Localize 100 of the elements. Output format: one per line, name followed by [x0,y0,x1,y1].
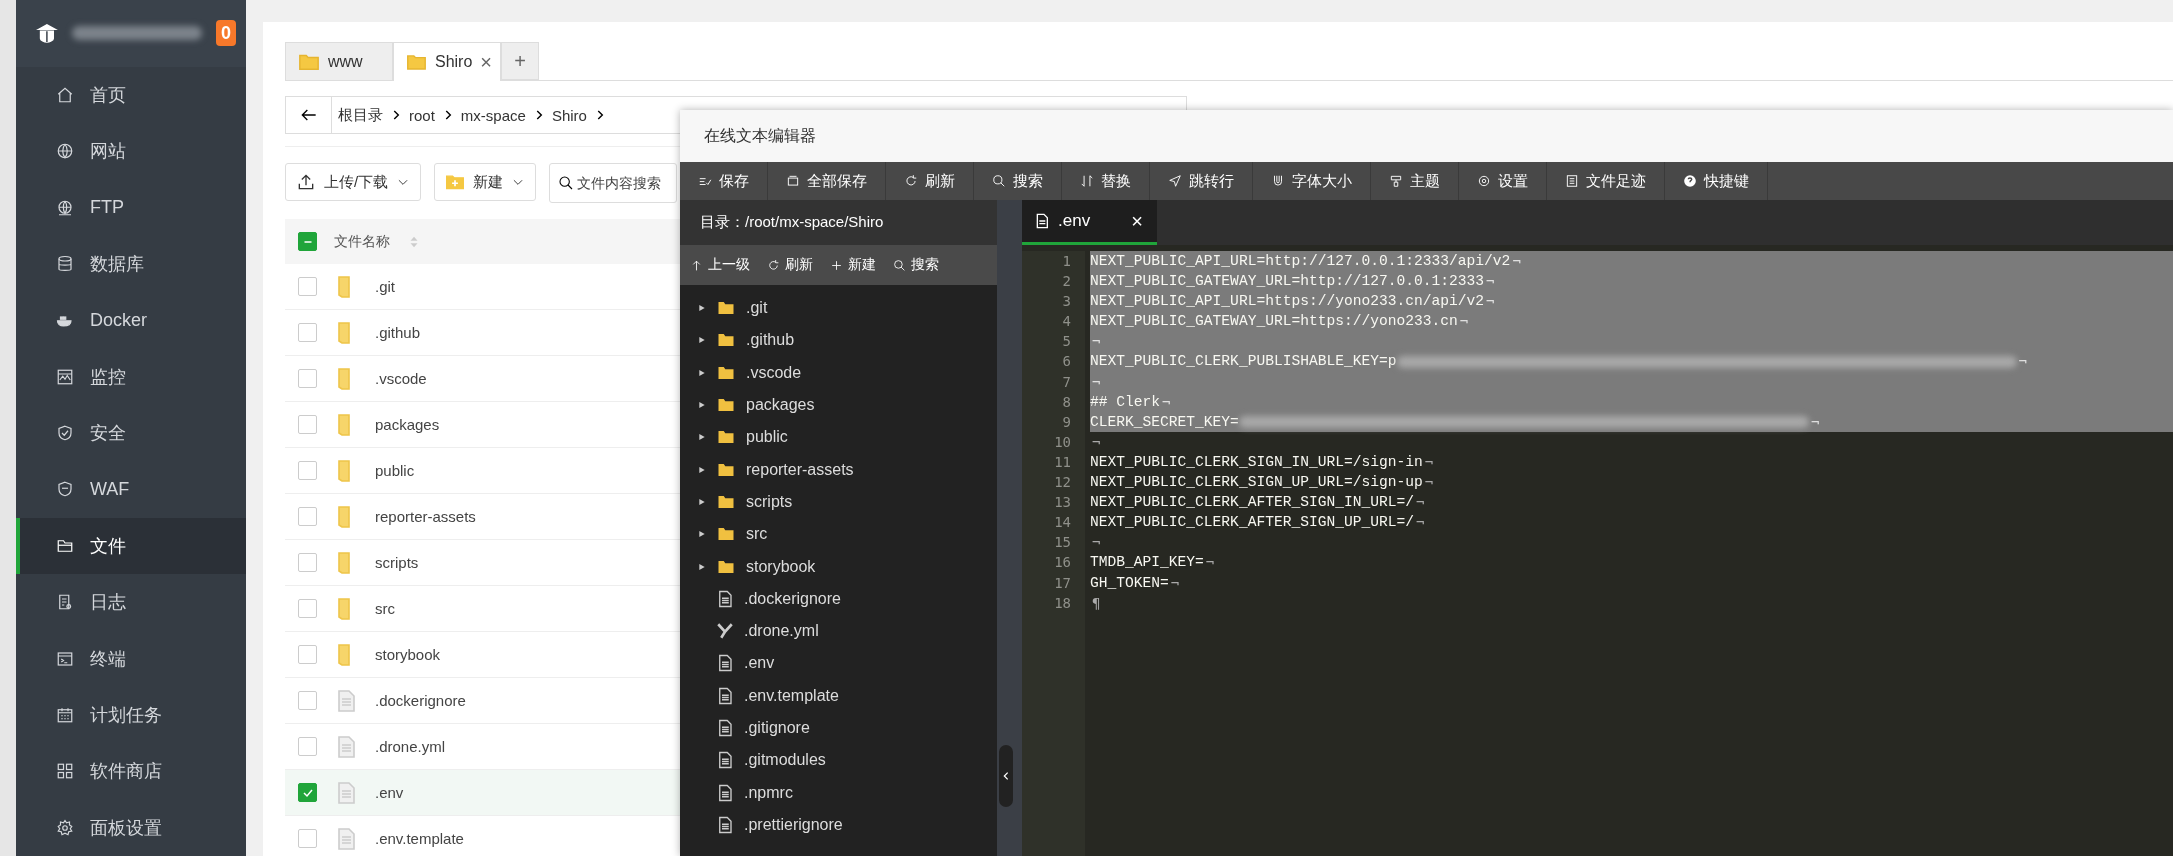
document-icon [56,593,74,612]
line-number: 2 [1061,272,1072,292]
line-number: 11 [1053,452,1072,472]
file-name[interactable]: .vscode [375,370,427,387]
row-checkbox[interactable] [298,461,317,480]
sidebar-item[interactable]: FTP [16,179,246,236]
sidebar-item[interactable]: WAF [16,461,246,518]
tree-item[interactable]: reporter-assets [680,453,997,486]
tree-item[interactable]: .dockerignore [680,582,997,615]
sidebar-item[interactable]: 安全 [16,404,246,462]
search-icon [893,258,906,272]
row-checkbox[interactable] [298,737,317,756]
tree-item[interactable]: storybook [680,550,997,583]
file-name[interactable]: .git [375,278,395,295]
row-checkbox[interactable] [298,415,317,434]
tree-item[interactable]: public [680,421,997,454]
row-checkbox[interactable] [298,369,317,388]
line-number: 7 [1061,372,1072,392]
line-number: 3 [1061,292,1072,312]
sidebar-item[interactable]: 监控 [16,348,246,405]
add-tab-button[interactable]: + [501,42,539,80]
file-name[interactable]: .env.template [375,830,464,847]
row-checkbox[interactable] [298,553,317,572]
file-name[interactable]: .drone.yml [375,738,446,755]
row-checkbox[interactable] [298,507,317,526]
file-name[interactable]: scripts [375,554,419,571]
file-name[interactable]: src [375,600,395,617]
tree-item[interactable]: packages [680,388,997,422]
sidebar-item[interactable]: 面板设置 [16,799,246,856]
code-line: ¬ [1091,432,1101,452]
save-all-icon [786,174,800,188]
tree-toolbar-button[interactable]: 搜索 [893,256,939,274]
file-name[interactable]: .github [375,324,421,341]
tree-toolbar-button[interactable]: 新建 [830,256,876,274]
sidebar-item[interactable]: 计划任务 [16,686,246,744]
row-checkbox[interactable] [298,277,317,296]
line-number: 17 [1053,573,1072,593]
file-name[interactable]: .env [375,784,404,801]
sidebar-item[interactable]: 终端 [16,630,246,687]
line-number: 4 [1061,312,1072,332]
collapse-handle[interactable] [999,745,1013,807]
tree-toolbar-button[interactable]: 上一级 [690,256,750,274]
sidebar-item[interactable]: Docker [16,292,246,349]
row-checkbox[interactable] [298,829,317,848]
row-checkbox[interactable] [298,783,317,802]
select-all-checkbox[interactable] [298,232,317,251]
plus-icon [830,258,843,272]
tree-item[interactable]: .prettierignore [680,808,997,842]
file-tab[interactable]: .env × [1022,200,1157,245]
row-checkbox[interactable] [298,691,317,710]
file-name[interactable]: public [375,462,415,479]
shield-icon [56,424,74,443]
tree-item[interactable]: .gitignore [680,711,997,745]
row-checkbox[interactable] [298,599,317,618]
sidebar-item[interactable]: 文件 [16,517,246,575]
file-name[interactable]: .dockerignore [375,692,466,709]
tree-item[interactable]: .npmrc [680,776,997,809]
tree-item[interactable]: .gitmodules [680,744,997,777]
tree-item[interactable]: .drone.yml [680,614,997,648]
breadcrumb-link[interactable]: Shiro [545,106,593,124]
file-name[interactable]: reporter-assets [375,508,476,525]
code-line: ¶ [1091,593,1101,613]
search-icon [558,175,575,191]
toolbar-button[interactable]: 新建 [434,163,537,201]
search-field[interactable]: 文件内容搜索 [549,163,678,203]
caret-icon [698,335,706,346]
tree-toolbar-button[interactable]: 刷新 [767,256,813,274]
close-icon[interactable]: × [480,50,492,74]
breadcrumb-link[interactable]: mx-space [454,106,532,124]
tree-item[interactable]: .vscode [680,356,997,389]
sidebar-item[interactable]: 日志 [16,574,246,631]
row-checkbox[interactable] [298,323,317,342]
folder-tab[interactable]: www [285,42,393,80]
tree-item[interactable]: .github [680,324,997,357]
line-number: 1 [1061,252,1072,271]
folder-tab[interactable]: Shiro × [393,42,501,81]
home-icon [56,85,74,104]
directory-path: 目录：/root/mx-space/Shiro [680,200,997,245]
terminal-icon [56,649,74,668]
breadcrumb-link[interactable]: root [403,106,441,124]
tree-item[interactable]: .env [680,647,997,680]
sidebar-item[interactable]: 数据库 [16,235,246,293]
sidebar-item[interactable]: 首页 [16,66,246,124]
close-icon[interactable]: × [1131,209,1143,233]
monitor-icon [56,367,74,386]
calendar-icon [56,706,74,724]
toolbar-button[interactable]: 上传/下载 [285,163,422,201]
tree-item[interactable]: .env.template [680,679,997,712]
settings-icon [1477,174,1491,188]
sidebar-item[interactable]: 软件商店 [16,743,246,800]
tree-item[interactable]: .git [680,292,997,325]
tree-item[interactable]: scripts [680,485,997,519]
file-name[interactable]: packages [375,416,440,433]
code-line: TMDB_API_KEY=¬ [1090,553,1215,573]
column-header[interactable]: 文件名称 [334,232,390,251]
file-name[interactable]: storybook [375,646,441,663]
row-checkbox[interactable] [298,645,317,664]
tree-item[interactable]: src [680,518,997,551]
sidebar-item[interactable]: 网站 [16,123,246,180]
breadcrumb-link[interactable]: 根目录 [332,105,389,125]
